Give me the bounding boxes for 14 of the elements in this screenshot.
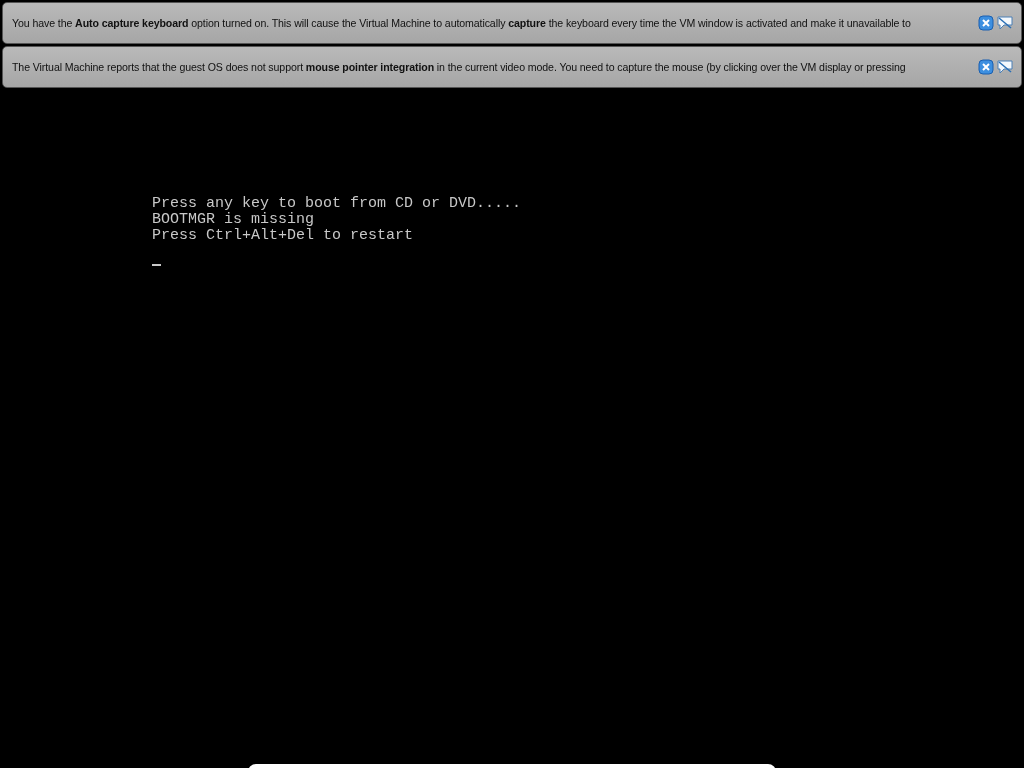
speech-bubble-icon	[996, 15, 1014, 31]
dismiss-button[interactable]	[995, 15, 1015, 31]
text-cursor	[152, 264, 161, 266]
close-button[interactable]	[977, 59, 995, 75]
console-line: Press any key to boot from CD or DVD.....	[152, 196, 522, 212]
console-line: Press Ctrl+Alt+Del to restart	[152, 228, 414, 244]
dismiss-button[interactable]	[995, 59, 1015, 75]
close-button[interactable]	[977, 15, 995, 31]
console-line: BOOTMGR is missing	[152, 212, 315, 228]
notification-message: You have the Auto capture keyboard option turned on. This will cause the Virtual Machine to automatically capture the keyboard every time the VM window is activated and make it unavailable to	[12, 17, 912, 29]
close-icon	[978, 15, 994, 31]
speech-bubble-icon	[996, 59, 1014, 75]
close-icon	[978, 59, 994, 75]
notification-message: The Virtual Machine reports that the guest OS does not support mouse pointer integration in the current video mode. You need to capture the mouse (by clicking over the VM display or pressing	[12, 61, 907, 73]
